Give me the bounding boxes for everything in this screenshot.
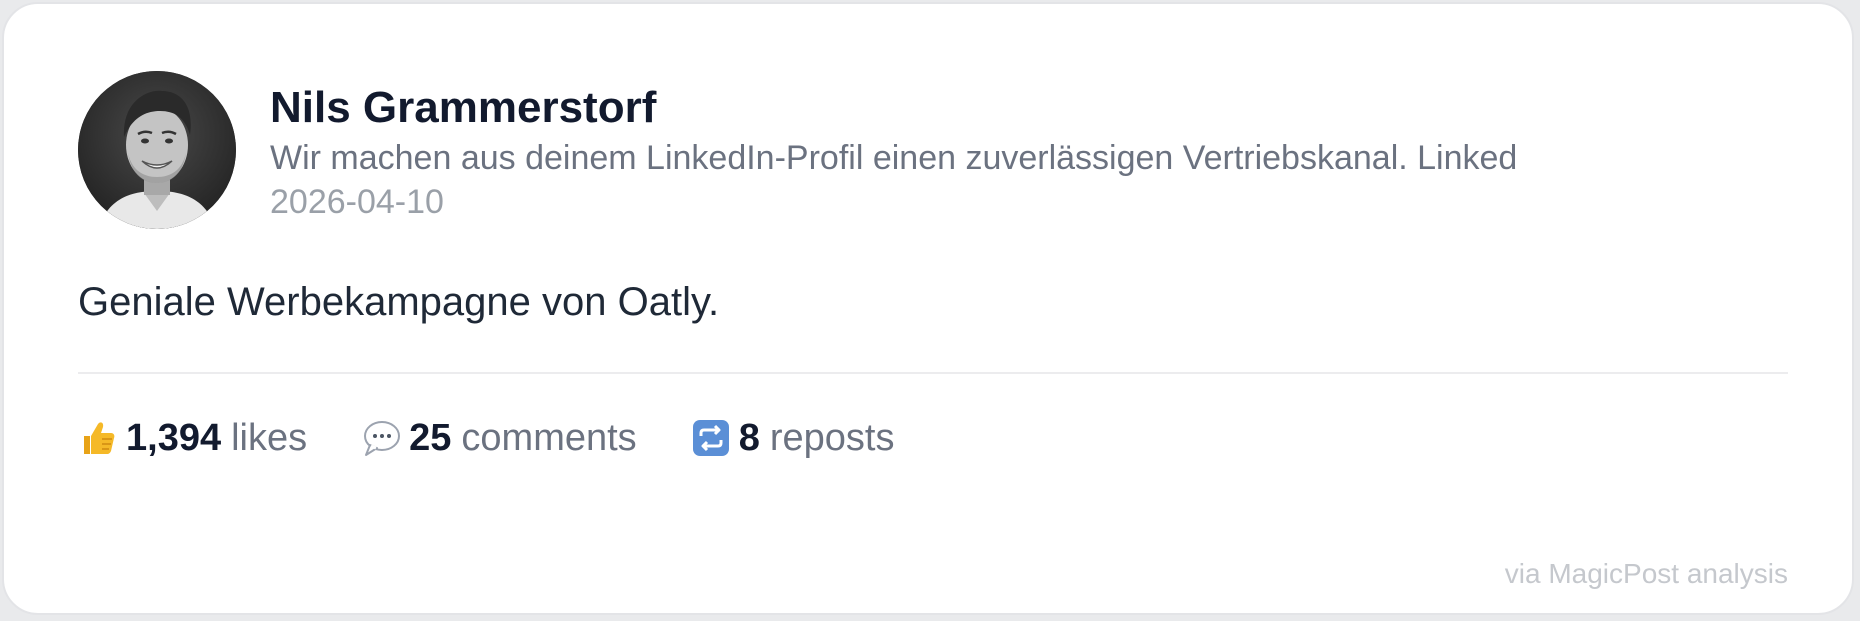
post-date: 2026-04-10 bbox=[270, 183, 444, 221]
comments-count: 25 bbox=[409, 416, 452, 459]
post-card: Nils Grammerstorf Wir machen aus deinem … bbox=[2, 2, 1854, 615]
attribution-footer: via MagicPost analysis bbox=[1504, 558, 1788, 589]
reposts-label: reposts bbox=[769, 416, 895, 459]
speech-bubble-icon bbox=[361, 418, 401, 458]
engagement-stats: 1,394 likes 25 comments 8 reposts bbox=[78, 410, 948, 466]
reposts-stat: 8 reposts bbox=[691, 416, 895, 460]
divider bbox=[78, 372, 1788, 374]
author-name[interactable]: Nils Grammerstorf bbox=[270, 80, 656, 136]
comments-stat: 25 comments bbox=[361, 417, 637, 460]
avatar-image bbox=[78, 71, 236, 229]
comments-label: comments bbox=[461, 416, 637, 459]
reposts-count: 8 bbox=[738, 416, 760, 459]
avatar[interactable] bbox=[78, 71, 236, 229]
thumbs-up-icon bbox=[78, 418, 118, 458]
author-headline: Wir machen aus deinem LinkedIn-Profil ei… bbox=[270, 139, 1518, 177]
repost-icon bbox=[691, 418, 731, 458]
likes-count: 1,394 bbox=[126, 416, 222, 459]
likes-stat: 1,394 likes bbox=[78, 417, 307, 460]
likes-label: likes bbox=[231, 416, 308, 459]
post-text: Geniale Werbekampagne von Oatly. bbox=[78, 280, 720, 324]
